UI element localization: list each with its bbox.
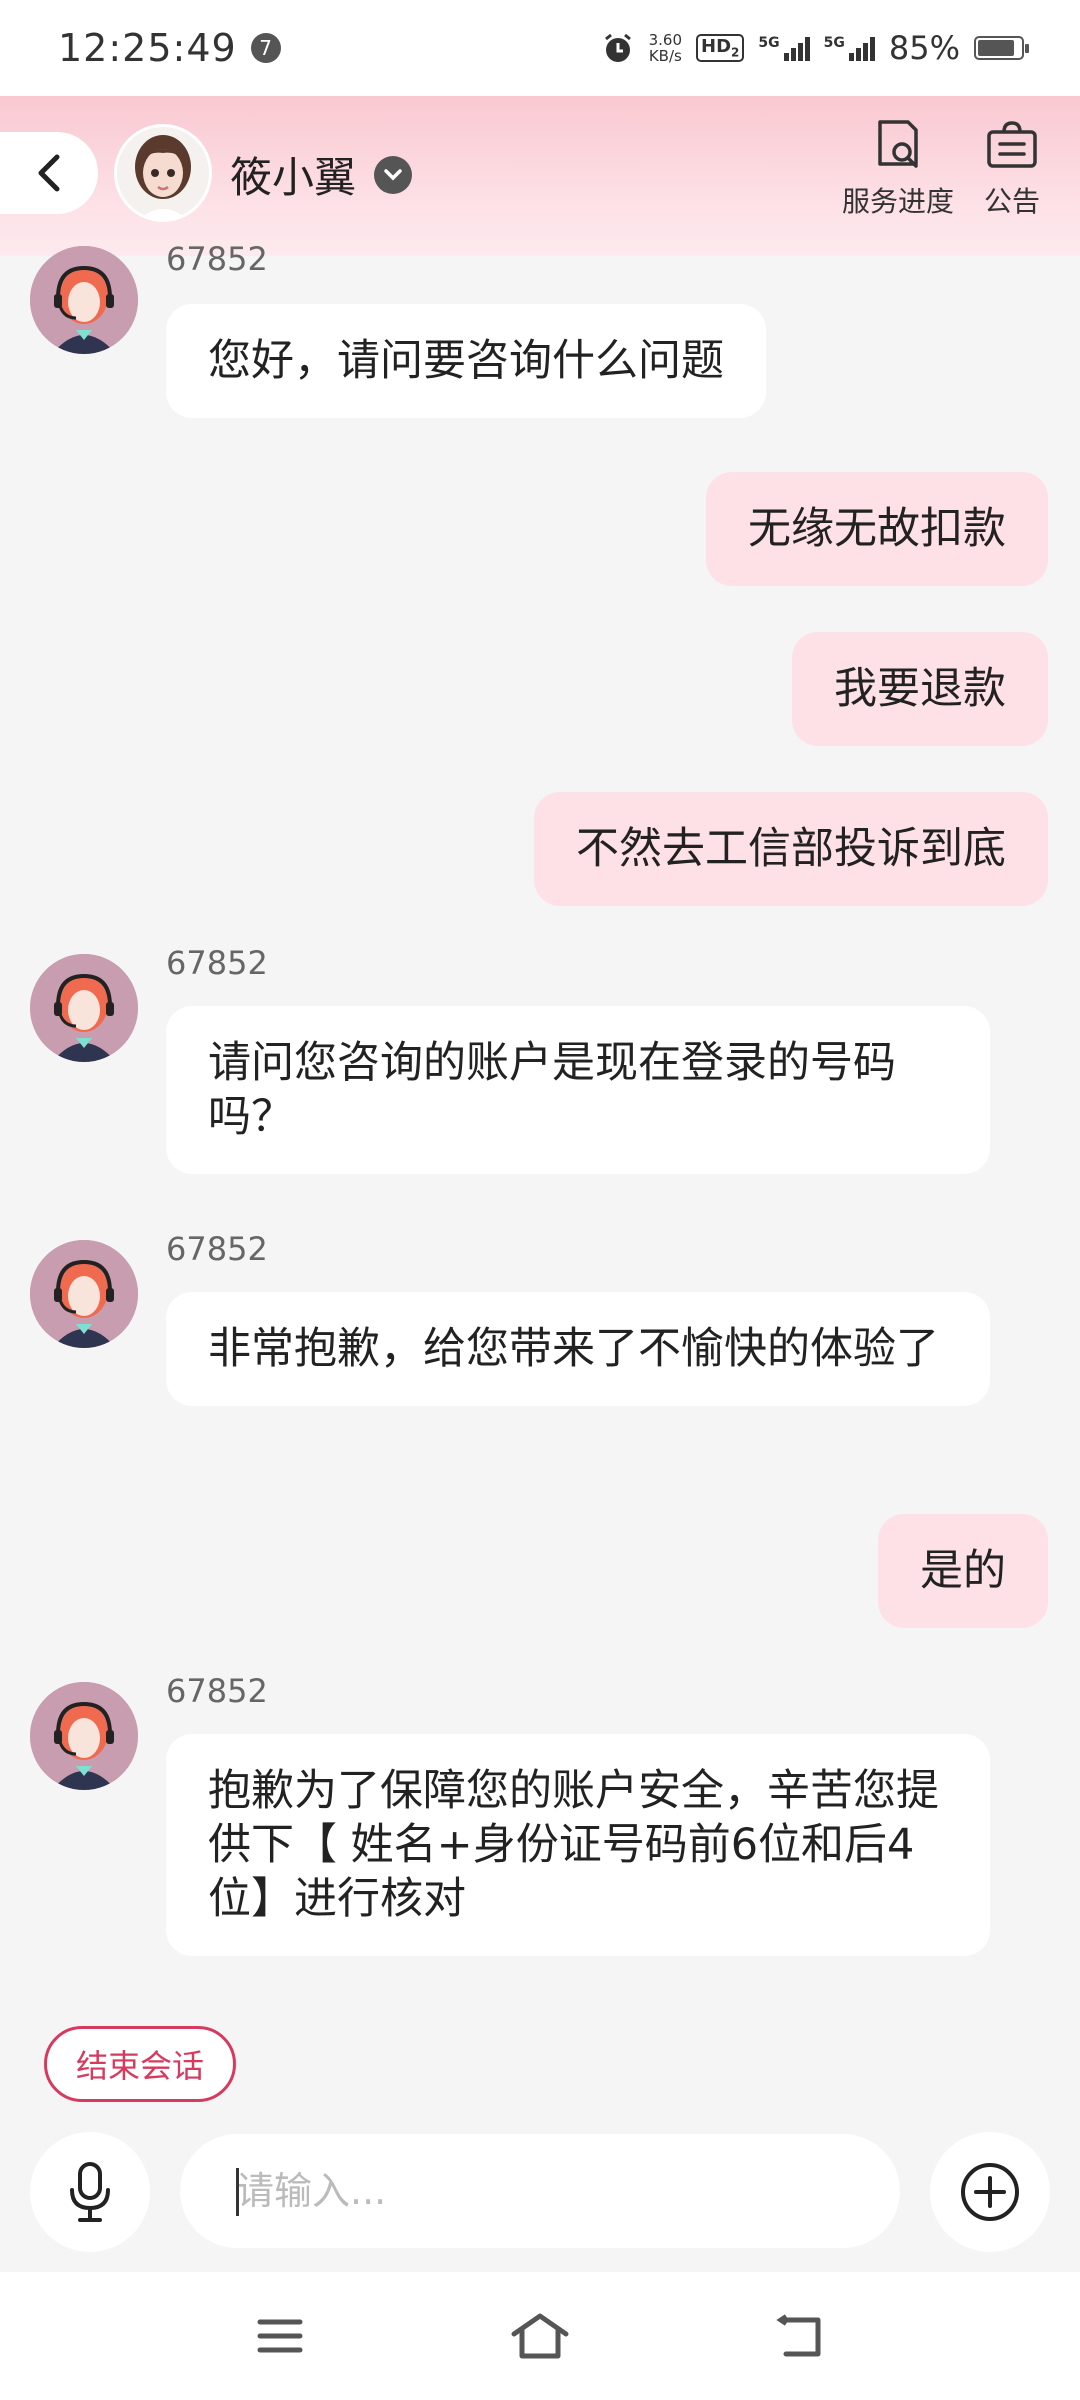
net-speed: 3.60 KB/s [649,32,682,64]
customer-service-agent-icon [30,246,138,354]
sim1-network-label: 5G [758,35,780,51]
customer-service-agent-icon [30,954,138,1062]
microphone-icon [70,2162,110,2222]
service-progress-label: 服务进度 [842,185,955,218]
plus-circle-icon [961,2163,1019,2221]
agent-name: 67852 [166,1230,268,1268]
signal-icon-sim2: 5G [824,35,875,61]
signal-icon-sim1: 5G [758,35,810,61]
agent-message-bubble[interactable]: 非常抱歉，给您带来了不愉快的体验了 [166,1292,990,1406]
chat-title-text: 筱小翼 [230,153,357,202]
status-time: 12:25:49 [58,26,237,70]
service-progress-button[interactable]: 服务进度 [842,118,954,220]
agent-message-bubble[interactable]: 您好，请问要咨询什么问题 [166,304,766,418]
chat-header: 筱小翼 服务进度 公告 [0,96,1080,256]
battery-fill [978,40,1014,56]
announcement-icon [987,121,1037,168]
customer-service-agent-icon [30,1240,138,1348]
user-message-bubble[interactable]: 无缘无故扣款 [706,472,1048,586]
end-chat-button[interactable]: 结束会话 [44,2026,236,2102]
announcement-label: 公告 [984,185,1041,218]
notification-count-badge: 7 [250,33,281,63]
assistant-avatar[interactable] [114,124,212,222]
agent-name: 67852 [166,944,268,982]
net-speed-value: 3.60 [648,31,683,49]
status-indicators: 3.60 KB/s HD2 5G 5G 85% [601,29,1029,67]
voice-input-button[interactable] [30,2132,150,2252]
agent-avatar[interactable] [30,246,138,354]
home-nav-button[interactable] [500,2296,580,2376]
menu-icon [257,2319,303,2353]
more-actions-button[interactable] [930,2132,1050,2252]
agent-message-bubble[interactable]: 请问您咨询的账户是现在登录的号码吗？ [166,1006,990,1174]
net-speed-unit: KB/s [648,47,682,65]
customer-service-agent-icon [30,1682,138,1790]
input-bar [0,2120,1080,2272]
battery-icon [974,36,1029,60]
hd-sub: 2 [731,45,740,60]
chat-title[interactable]: 筱小翼 [230,144,413,205]
user-message-bubble[interactable]: 是的 [878,1514,1048,1628]
announcement-button[interactable]: 公告 [984,118,1040,220]
back-arrow-icon [776,2314,821,2357]
agent-avatar[interactable] [30,1240,138,1348]
chevron-down-icon[interactable] [374,155,413,194]
battery-percent: 85% [888,29,960,67]
girl-avatar-icon [117,127,209,219]
app-root: 12:25:49 7 3.60 KB/s HD2 5G 5G 85% 筱小翼 服… [0,0,1080,2400]
agent-name: 67852 [166,1672,268,1710]
chevron-left-icon [38,154,60,192]
user-message-bubble[interactable]: 我要退款 [792,632,1048,746]
user-message-bubble[interactable]: 不然去工信部投诉到底 [534,792,1048,906]
agent-message-bubble[interactable]: 抱歉为了保障您的账户安全，辛苦您提供下【 姓名+身份证号码前6位和后4位】进行核… [166,1734,990,1956]
system-nav-bar [0,2272,1080,2400]
hd-label: HD [701,36,732,58]
agent-name: 67852 [166,240,268,278]
menu-nav-button[interactable] [240,2296,320,2376]
agent-avatar[interactable] [30,954,138,1062]
service-progress-icon [878,120,918,168]
hd-voice-icon: HD2 [696,34,745,62]
agent-avatar[interactable] [30,1682,138,1790]
home-icon [511,2313,569,2359]
text-cursor [236,2168,239,2216]
message-input[interactable] [180,2134,900,2248]
back-button[interactable] [0,132,98,214]
message-list[interactable]: 67852 您好，请问要咨询什么问题 无缘无故扣款 我要退款 不然去工信部投诉到… [0,240,1080,2016]
status-bar: 12:25:49 7 3.60 KB/s HD2 5G 5G 85% [0,0,1080,96]
sim2-network-label: 5G [823,35,845,51]
alarm-icon [604,33,631,62]
back-nav-button[interactable] [760,2296,840,2376]
